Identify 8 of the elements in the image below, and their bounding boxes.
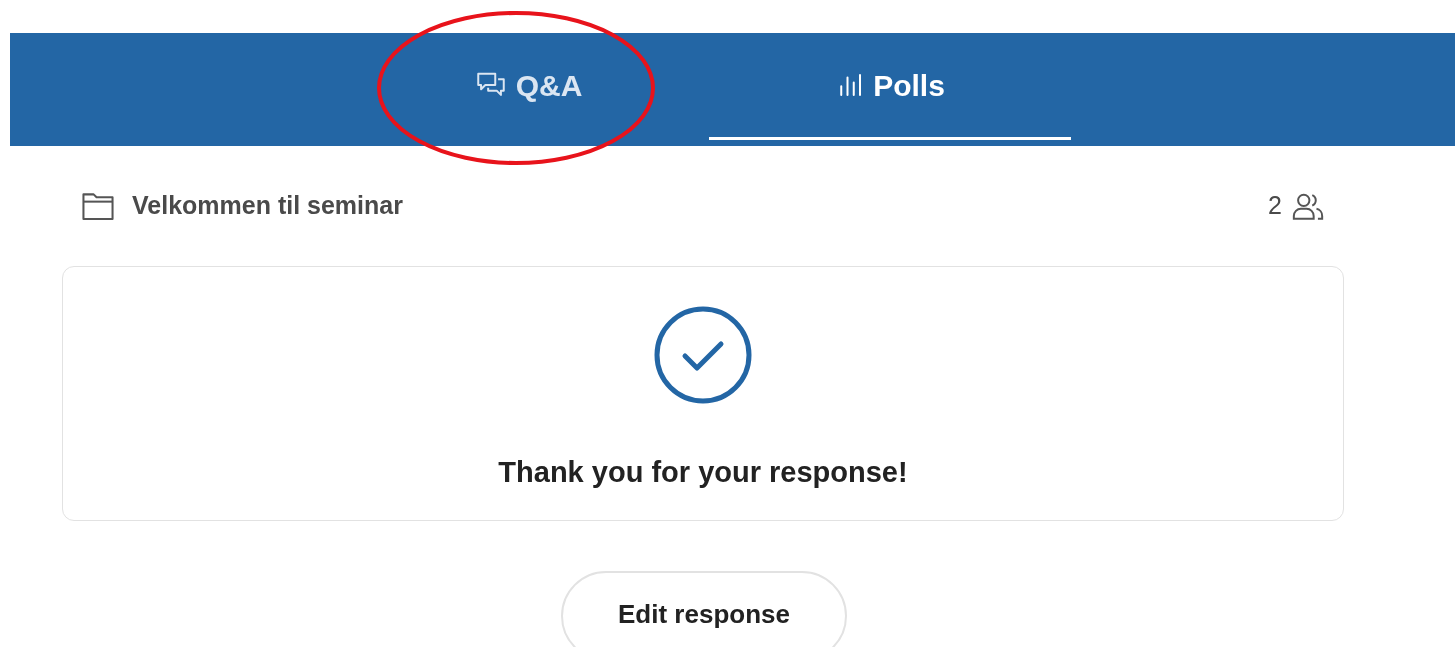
tab[interactable]: Polls <box>709 33 1071 140</box>
tab[interactable]: Q&A <box>347 33 709 140</box>
session-title: Velkommen til seminar <box>132 190 403 222</box>
check-circle-icon <box>653 305 753 405</box>
edit-response-button[interactable]: Edit response <box>561 571 847 647</box>
confirmation-message: Thank you for your response! <box>498 455 908 490</box>
participant-count: 2 <box>1268 190 1282 222</box>
folder-icon <box>80 190 116 222</box>
